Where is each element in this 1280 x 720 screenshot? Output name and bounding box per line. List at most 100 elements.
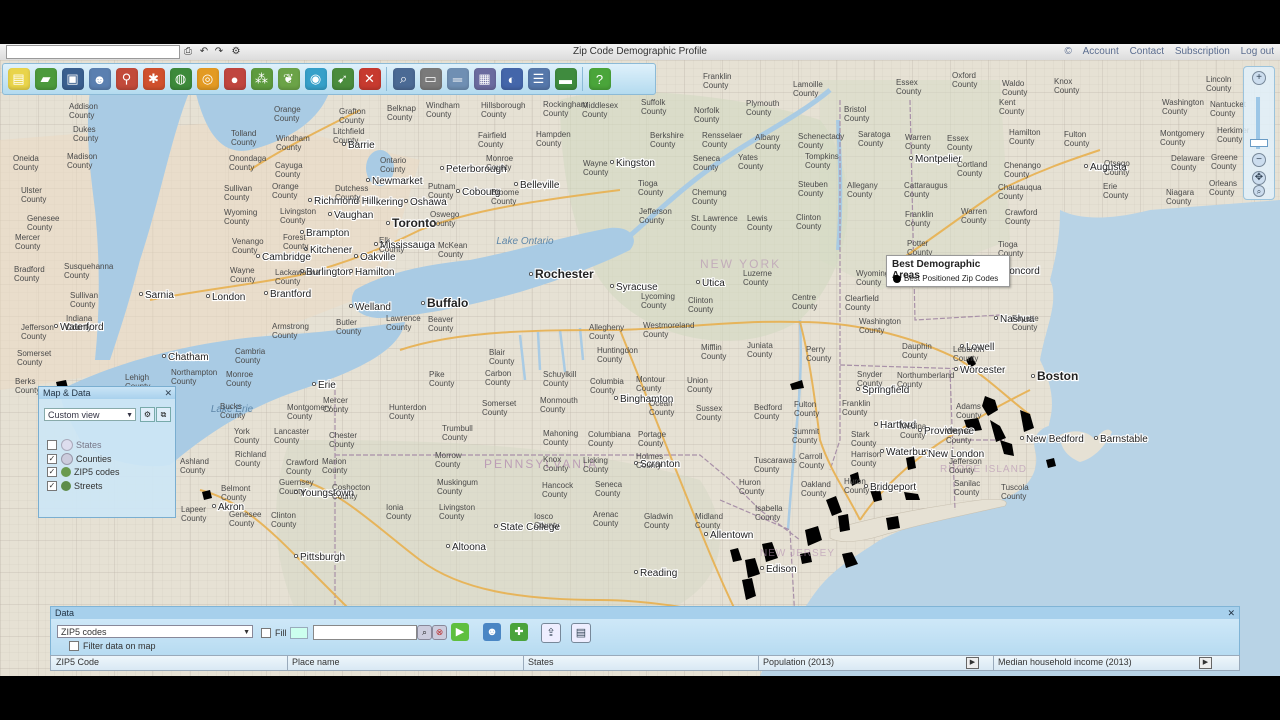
pin-person-icon[interactable]: ⚲ (115, 68, 138, 90)
gear-icon[interactable]: ⚙ (140, 407, 155, 422)
box-icon[interactable]: ▦ (473, 68, 496, 90)
new-doc-icon[interactable]: ▤ (7, 68, 30, 90)
fill-option[interactable]: Fill (261, 627, 308, 639)
map-legend: Best Demographic Areas Best Positioned Z… (886, 255, 1010, 287)
leaf-icon[interactable]: ❦ (277, 68, 300, 90)
find-icon[interactable]: ⌕ (417, 625, 432, 640)
city-label: London (212, 292, 245, 303)
county-label: Clinton County (796, 213, 821, 231)
fill-color-swatch[interactable] (289, 627, 308, 639)
pan-icon[interactable]: ✥ (1252, 171, 1266, 185)
zoom-out-icon[interactable]: − (1252, 153, 1266, 167)
layer-counties[interactable]: ✓ Counties (47, 453, 112, 465)
county-label: Dukes County (73, 125, 98, 143)
data-panel-title: Data (55, 608, 75, 618)
layer-states[interactable]: States (47, 439, 102, 451)
data-table-header: ZIP5 Code Place name States Population (… (50, 655, 1240, 671)
open-folder-icon[interactable]: ▰ (34, 68, 57, 90)
zoom-slider-handle[interactable] (1250, 139, 1268, 147)
legend-item-label: Best Positioned Zip Codes (904, 274, 999, 283)
county-label: Huron County (844, 477, 869, 495)
account-link[interactable]: Account (1083, 46, 1119, 57)
column-population[interactable]: Population (2013) (763, 657, 834, 667)
filter-checkbox[interactable] (69, 641, 79, 651)
label-icon[interactable]: ▭ (419, 68, 442, 90)
county-label: Orange County (272, 182, 299, 200)
county-label: Luzerne County (743, 269, 772, 287)
clear-icon[interactable]: ⊗ (432, 625, 447, 640)
county-label: Essex County (896, 78, 921, 96)
cluster-icon[interactable]: ⁂ (250, 68, 273, 90)
puzzle-icon[interactable]: ✚ (510, 623, 528, 641)
spheres-icon[interactable]: ● (223, 68, 246, 90)
city-label: New Bedford (1026, 434, 1084, 445)
column-median-income[interactable]: Median household income (2013) (998, 657, 1132, 667)
contact-link[interactable]: Contact (1130, 46, 1164, 57)
city-dot (439, 166, 444, 171)
zoom-in-icon[interactable]: + (1252, 71, 1266, 85)
layer-states-checkbox[interactable] (47, 440, 57, 450)
help-icon[interactable]: ? (588, 68, 611, 90)
county-label: Bucks County (220, 402, 245, 420)
layers-icon[interactable]: ⧉ (156, 407, 171, 422)
subscription-link[interactable]: Subscription (1175, 46, 1230, 57)
users-icon[interactable]: ☻ (88, 68, 111, 90)
filter-data-option[interactable]: Filter data on map (69, 641, 156, 651)
cancel-icon[interactable]: ✕ (358, 68, 381, 90)
layer-streets-checkbox[interactable]: ✓ (47, 481, 57, 491)
column-states[interactable]: States (528, 657, 554, 667)
magnify-icon[interactable]: ⌕ (1253, 185, 1265, 197)
county-label: Isabella County (755, 504, 783, 522)
layer-zip5[interactable]: ✓ ZIP5 codes (47, 467, 120, 477)
web-icon[interactable]: ◐ (500, 68, 523, 90)
data-panel-header[interactable]: Data ✕ (51, 607, 1239, 619)
county-label: Clinton County (271, 511, 296, 529)
data-search-input[interactable] (313, 625, 417, 640)
close-icon[interactable]: ✕ (1227, 607, 1235, 619)
people-icon[interactable]: ☻ (483, 623, 501, 641)
cash-icon[interactable]: ▬ (554, 68, 577, 90)
globe-icon[interactable]: ◍ (169, 68, 192, 90)
city-dot (161, 353, 166, 358)
data-layer-select[interactable]: ZIP5 codes ▼ (57, 625, 253, 638)
route-icon[interactable]: ➹ (331, 68, 354, 90)
table-icon[interactable]: ☰ (527, 68, 550, 90)
county-label: Forest County (283, 233, 308, 251)
save-icon[interactable]: ▣ (61, 68, 84, 90)
logout-link[interactable]: Log out (1241, 46, 1274, 57)
city-dot (348, 303, 353, 308)
city-dot (263, 290, 268, 295)
radius-icon[interactable]: ◉ (304, 68, 327, 90)
ruler-icon[interactable]: ═ (446, 68, 469, 90)
layer-counties-checkbox[interactable]: ✓ (47, 454, 57, 464)
column-zip5-code[interactable]: ZIP5 Code (56, 657, 99, 667)
layer-zip5-checkbox[interactable]: ✓ (47, 467, 57, 477)
city-label: Edison (766, 564, 797, 575)
multi-pin-icon[interactable]: ✱ (142, 68, 165, 90)
county-label: Indiana County (66, 314, 93, 332)
ring-icon[interactable]: ◎ (196, 68, 219, 90)
map-data-header[interactable]: Map & Data ✕ (39, 387, 175, 399)
city-label: Utica (702, 278, 725, 289)
layer-streets[interactable]: ✓ Streets (47, 481, 103, 491)
city-dot (385, 220, 390, 225)
city-dot (205, 293, 210, 298)
close-icon[interactable]: ✕ (164, 387, 172, 399)
county-label: Tuscola County (1001, 483, 1029, 501)
column-menu-icon[interactable]: ▶ (1199, 657, 1212, 669)
fill-checkbox[interactable] (261, 628, 271, 638)
view-select[interactable]: Custom view ▼ (44, 408, 136, 421)
county-label: Fairfield County (478, 131, 506, 149)
city-label: Rochester (535, 267, 594, 281)
column-menu-icon[interactable]: ▶ (966, 657, 979, 669)
county-label: Orleans County (1209, 179, 1237, 197)
county-label: Monroe County (226, 370, 254, 388)
city-dot (874, 421, 879, 426)
map-canvas[interactable]: Lake Ontario Lake Erie PENNSYLVANIA NEW … (0, 60, 1280, 676)
grid-icon[interactable]: ▤ (571, 623, 591, 643)
run-icon[interactable]: ▶ (451, 623, 469, 641)
county-label: Licking County (583, 456, 608, 474)
export-icon[interactable]: ⇪ (541, 623, 561, 643)
column-place-name[interactable]: Place name (292, 657, 340, 667)
search-zoom-icon[interactable]: ⌕ (392, 68, 415, 90)
